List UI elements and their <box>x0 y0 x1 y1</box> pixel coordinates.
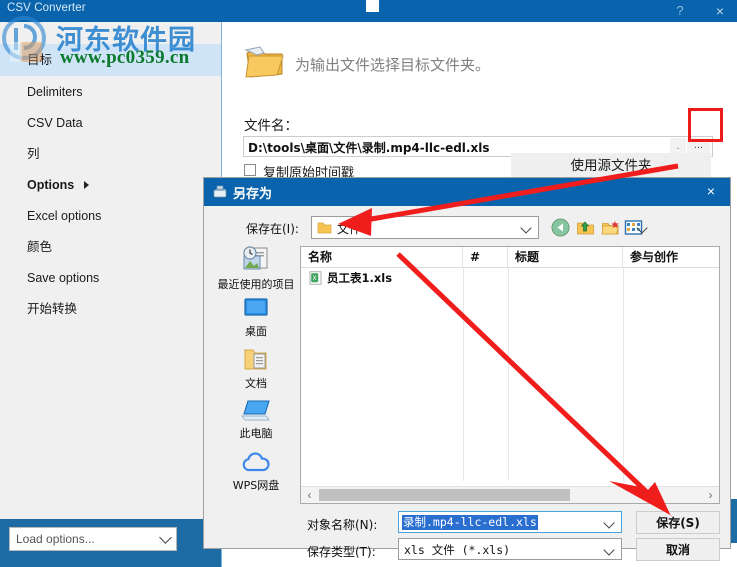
place-label: 最近使用的项目 <box>217 278 295 291</box>
filename-label: 文件名： <box>244 118 298 134</box>
chevron-down-icon[interactable] <box>603 544 615 556</box>
copy-timestamp-checkbox[interactable] <box>244 164 256 176</box>
sidebar-item-options[interactable]: Options <box>0 169 221 201</box>
sidebar-item-label: Delimiters <box>27 85 83 99</box>
documents-icon <box>244 349 267 370</box>
app-title: CSV Converter <box>7 2 86 14</box>
wps-cloud-icon <box>242 452 270 472</box>
place-wps-cloud[interactable]: WPS网盘 <box>214 451 298 493</box>
sidebar-item-delimiters[interactable]: Delimiters <box>0 76 221 108</box>
sidebar-item-excel-options[interactable]: Excel options <box>0 200 221 232</box>
sidebar-item-target[interactable]: 目标 <box>0 44 221 76</box>
svg-text:X: X <box>313 275 317 282</box>
folder-icon <box>244 46 284 78</box>
restore-button[interactable] <box>366 0 379 12</box>
sidebar-item-save-options[interactable]: Save options <box>0 262 221 294</box>
place-desktop[interactable]: 桌面 <box>214 297 298 339</box>
sidebar-item-label: Excel options <box>27 209 102 223</box>
column-header-size[interactable]: # <box>463 247 508 267</box>
sidebar-item-label: 目标 <box>27 53 53 67</box>
chevron-right-icon <box>84 181 89 189</box>
page-title: 为输出文件选择目标文件夹。 <box>295 56 491 74</box>
sidebar-item-columns[interactable]: 列 <box>0 138 221 170</box>
sidebar-item-label: CSV Data <box>27 116 83 130</box>
save-type-label: 保存类型(T): <box>307 545 376 559</box>
file-name: 员工表1.xls <box>327 271 393 285</box>
load-options-label: Load options... <box>16 532 95 546</box>
sidebar-item-label: 颜色 <box>27 240 53 254</box>
sidebar-nav-list: 目标 Delimiters CSV Data 列 Options Excel o… <box>0 22 221 519</box>
sidebar-item-csv-data[interactable]: CSV Data <box>0 107 221 139</box>
sidebar-item-label: 列 <box>27 147 40 161</box>
place-this-pc[interactable]: 此电脑 <box>214 399 298 441</box>
save-as-title: 另存为 <box>233 187 273 202</box>
cancel-button[interactable]: 取消 <box>636 538 720 561</box>
column-header-name[interactable]: 名称 <box>301 247 463 267</box>
object-name-label: 对象名称(N): <box>307 518 378 532</box>
screen-root: CSV Converter ? × 目标 Delimiters CSV Data… <box>0 0 737 567</box>
scroll-right-icon[interactable]: › <box>702 487 719 503</box>
save-button[interactable]: 保存(S) <box>636 511 720 534</box>
file-list-hscrollbar[interactable]: ‹ › <box>301 486 719 503</box>
scroll-left-icon[interactable]: ‹ <box>301 487 318 503</box>
place-recent-items[interactable]: 最近使用的项目 <box>214 246 298 292</box>
up-folder-icon[interactable] <box>576 218 595 237</box>
place-label: 此电脑 <box>239 427 273 440</box>
right-blue-edge <box>731 499 737 543</box>
scrollbar-thumb[interactable] <box>319 489 570 501</box>
place-label: WPS网盘 <box>232 479 280 492</box>
sidebar: 目标 Delimiters CSV Data 列 Options Excel o… <box>0 22 222 519</box>
list-item[interactable]: X 员工表1.xls <box>301 269 719 287</box>
place-label: 文档 <box>245 377 267 390</box>
sidebar-item-label: 开始转换 <box>27 302 78 316</box>
xls-file-icon: X <box>309 271 322 285</box>
sidebar-footer: Load options... <box>0 519 222 567</box>
load-options-dropdown[interactable]: Load options... <box>9 527 177 551</box>
chevron-down-icon <box>520 222 532 234</box>
save-as-dialog: 另存为 × 保存在(I): 文件 最近使用的项目 桌面 文档 此电脑 WPS网盘… <box>203 177 731 561</box>
save-in-dropdown[interactable]: 文件 <box>311 216 539 239</box>
column-header-authors[interactable]: 参与创作 <box>623 247 719 267</box>
recent-items-icon <box>243 246 268 270</box>
save-as-titlebar: 另存为 × <box>204 178 730 206</box>
chevron-down-icon[interactable] <box>603 517 615 529</box>
use-source-folder-button[interactable]: 使用源文件夹 <box>511 153 711 179</box>
save-type-dropdown[interactable]: xls 文件 (*.xls) <box>398 538 622 560</box>
back-icon[interactable] <box>551 218 570 237</box>
object-name-input[interactable]: 录制.mp4-llc-edl.xls <box>398 511 622 533</box>
browse-button-highlight <box>688 108 723 142</box>
this-pc-icon <box>241 400 270 421</box>
file-list[interactable]: 名称 # 标题 参与创作 X 员工表1.xls ‹ › <box>300 246 720 504</box>
folder-icon <box>317 222 332 234</box>
sidebar-item-colors[interactable]: 颜色 <box>0 231 221 263</box>
place-documents[interactable]: 文档 <box>214 347 298 391</box>
object-name-value: 录制.mp4-llc-edl.xls <box>402 515 538 530</box>
save-disk-icon <box>213 185 227 198</box>
new-folder-icon[interactable] <box>601 218 620 237</box>
places-bar: 最近使用的项目 桌面 文档 此电脑 WPS网盘 <box>214 246 298 504</box>
help-icon[interactable]: ? <box>668 1 692 21</box>
desktop-icon <box>244 298 268 316</box>
save-type-value: xls 文件 (*.xls) <box>404 543 511 557</box>
app-titlebar: CSV Converter ? × <box>0 0 737 22</box>
save-in-value: 文件 <box>337 222 362 236</box>
save-in-label: 保存在(I): <box>246 222 299 236</box>
sidebar-item-start-convert[interactable]: 开始转换 <box>0 293 221 325</box>
save-as-body: 保存在(I): 文件 最近使用的项目 桌面 文档 此电脑 WPS网盘 名称 # … <box>208 208 726 561</box>
save-as-close-icon[interactable]: × <box>698 181 724 202</box>
close-icon[interactable]: × <box>707 1 733 21</box>
file-list-header: 名称 # 标题 参与创作 <box>301 247 719 268</box>
place-label: 桌面 <box>245 325 267 338</box>
output-path-value: D:\tools\桌面\文件\录制.mp4-llc-edl.xls <box>248 141 490 155</box>
column-header-title[interactable]: 标题 <box>508 247 623 267</box>
sidebar-item-label: Save options <box>27 271 100 285</box>
sidebar-item-label: Options <box>27 178 75 192</box>
chevron-down-icon <box>159 531 172 544</box>
